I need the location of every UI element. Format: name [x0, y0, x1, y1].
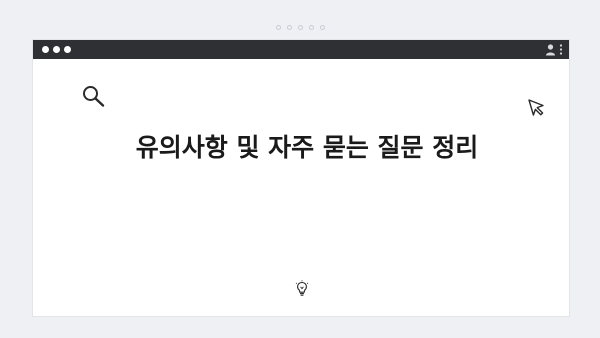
- page-headline: 유의사항 및 자주 묻는 질문 정리: [135, 133, 479, 162]
- more-vertical-icon[interactable]: [559, 43, 563, 56]
- carousel-dot[interactable]: [275, 25, 281, 30]
- carousel-dot[interactable]: [308, 25, 314, 30]
- window-minimize-dot[interactable]: [53, 46, 60, 53]
- carousel-dot[interactable]: [297, 25, 303, 30]
- user-icon[interactable]: [545, 43, 556, 56]
- slide-stage: 유의사항 및 자주 묻는 질문 정리: [0, 0, 600, 338]
- window-close-dot[interactable]: [42, 46, 49, 53]
- lightbulb-icon: [295, 280, 309, 296]
- carousel-dot[interactable]: [286, 25, 292, 30]
- window-maximize-dot[interactable]: [64, 46, 71, 53]
- carousel-indicator: [0, 25, 600, 30]
- search-icon: [83, 86, 105, 107]
- window-controls: [42, 46, 71, 53]
- titlebar-actions: [545, 43, 563, 56]
- window-titlebar: [33, 40, 569, 59]
- carousel-dot[interactable]: [319, 25, 325, 30]
- cursor-icon: [528, 99, 544, 116]
- browser-window: 유의사항 및 자주 묻는 질문 정리: [32, 39, 570, 317]
